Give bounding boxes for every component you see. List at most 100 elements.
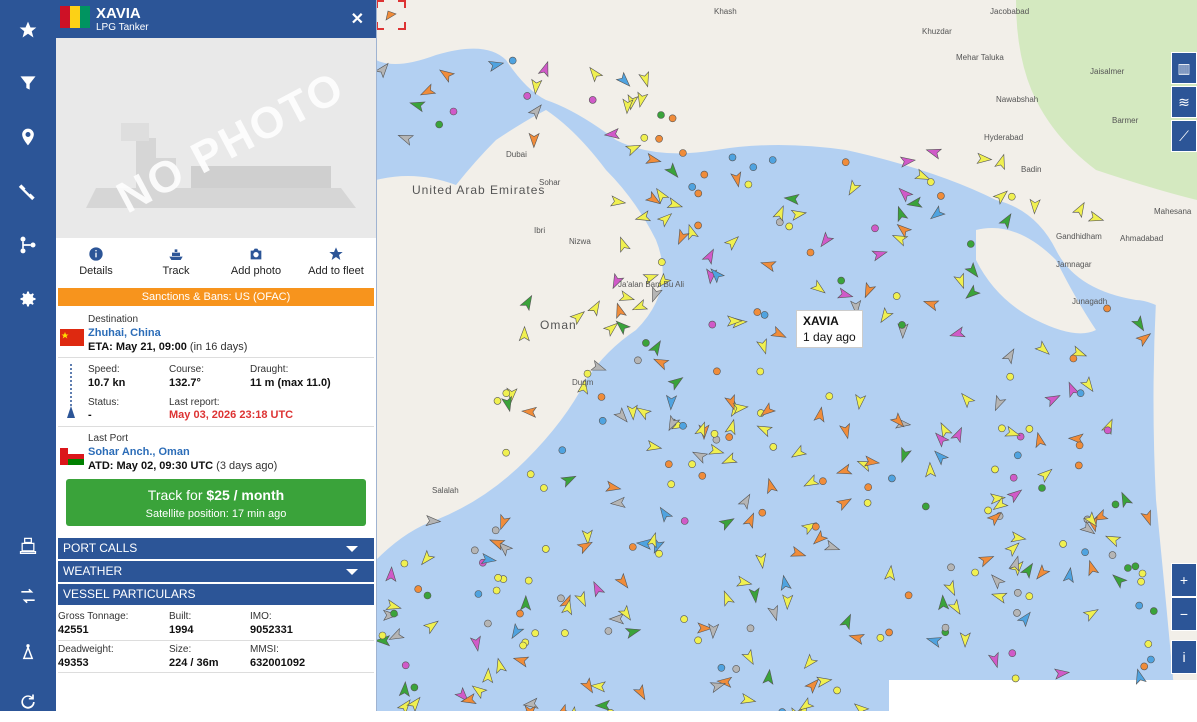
vessel-marker[interactable] [1060,540,1067,547]
vessel-marker[interactable] [938,595,949,610]
vessel-marker[interactable] [756,554,768,569]
vessel-marker[interactable] [817,232,833,249]
vessel-marker[interactable] [854,395,866,410]
measure-icon[interactable]: ⟋ [1171,120,1197,152]
vessel-marker[interactable] [1045,391,1062,406]
vessel-marker[interactable] [807,249,814,256]
vessel-marker[interactable] [695,222,702,229]
vessel-marker[interactable] [761,311,768,318]
vessel-marker[interactable] [925,634,941,647]
vessel-marker[interactable] [658,210,675,227]
selected-vessel-marker[interactable] [376,0,406,30]
vessel-marker[interactable] [998,425,1005,432]
vessel-marker[interactable] [1009,650,1016,657]
vessel-marker[interactable] [525,577,532,584]
vessel-marker[interactable] [1014,609,1021,616]
section-weather[interactable]: WEATHER [58,561,374,582]
vessel-marker[interactable] [669,115,676,122]
vessel-marker[interactable] [1136,330,1153,346]
vessel-marker[interactable] [851,700,868,711]
vessel-marker[interactable] [402,662,409,669]
vessel-marker[interactable] [399,682,410,697]
vessel-marker[interactable] [386,567,397,582]
vessel-marker[interactable] [999,211,1015,228]
vessel-marker[interactable] [791,208,807,220]
add-photo-button[interactable]: Add photo [216,246,296,286]
refresh-icon[interactable] [0,682,56,722]
vessel-marker[interactable] [741,694,757,707]
vessel-marker[interactable] [589,96,596,103]
vessel-marker[interactable] [948,600,964,617]
vessel-marker[interactable] [988,572,1005,589]
vessel-marker[interactable] [641,134,648,141]
vessel-marker[interactable] [575,592,590,609]
vessel-marker[interactable] [845,180,861,197]
vessel-marker[interactable] [709,445,725,458]
vessel-marker[interactable] [517,610,524,617]
vessel-marker[interactable] [989,653,1002,669]
vessel-marker[interactable] [702,247,717,264]
vessel-marker[interactable] [1150,608,1157,615]
vessel-marker[interactable] [802,475,819,490]
vessel-marker[interactable] [658,259,665,266]
vessel-marker[interactable] [810,531,827,548]
vessel-marker[interactable] [495,574,502,581]
vessel-marker[interactable] [886,629,893,636]
vessel-marker[interactable] [725,233,742,250]
vessel-marker[interactable] [689,183,696,190]
vessel-marker[interactable] [542,545,549,552]
vessel-marker[interactable] [589,580,604,597]
vessel-marker[interactable] [561,472,578,487]
vessel-marker[interactable] [759,509,766,516]
vessel-marker[interactable] [634,357,641,364]
vessel-marker[interactable] [1007,373,1014,380]
vessel-marker[interactable] [719,514,736,530]
vessel-marker[interactable] [1035,341,1052,358]
vessel-marker[interactable] [379,632,386,639]
vessel-marker[interactable] [865,484,872,491]
vessel-marker[interactable] [817,675,833,687]
vessel-marker[interactable] [979,552,996,567]
vessel-marker[interactable] [897,448,911,464]
vessel-marker[interactable] [720,589,735,606]
vessel-marker[interactable] [942,624,949,631]
vessel-marker[interactable] [584,370,591,377]
vessel-marker[interactable] [837,494,854,510]
vessel-marker[interactable] [928,206,945,222]
vessel-marker[interactable] [695,190,702,197]
vessel-marker[interactable] [699,472,706,479]
port-icon[interactable] [0,525,56,565]
vessel-marker[interactable] [713,368,720,375]
vessel-marker[interactable] [701,171,708,178]
vessel-marker[interactable] [652,355,669,370]
vessel-marker[interactable] [1070,355,1077,362]
vessel-marker[interactable] [937,192,944,199]
vessel-marker[interactable] [418,551,435,568]
vessel-marker[interactable] [838,277,845,284]
vessel-marker[interactable] [773,204,788,221]
vessel-marker[interactable] [494,397,501,404]
vessel-marker[interactable] [1082,549,1089,556]
gear-icon[interactable] [0,279,56,319]
vessel-marker[interactable] [1077,390,1084,397]
vessel-marker[interactable] [598,394,605,401]
vessel-marker[interactable] [1014,589,1021,596]
vessel-marker[interactable] [711,430,718,437]
vessel-marker[interactable] [927,179,934,186]
vessel-marker[interactable] [1112,501,1119,508]
vessel-marker[interactable] [503,390,510,397]
vessel-marker[interactable] [922,503,929,510]
vessel-marker[interactable] [450,108,457,115]
vessel-marker[interactable] [760,258,776,271]
vessel-marker[interactable] [894,205,908,221]
vessel-marker[interactable] [681,616,688,623]
last-port-link[interactable]: Sohar Anch., Oman [88,446,190,458]
vessel-marker[interactable] [1038,466,1055,483]
vessel-marker[interactable] [877,634,884,641]
vessel-marker[interactable] [503,449,510,456]
vessel-marker[interactable] [768,606,781,622]
track-button[interactable]: Track [136,246,216,286]
vessel-marker[interactable] [784,193,799,204]
vessel-marker[interactable] [1003,346,1019,363]
vessel-marker[interactable] [1110,571,1127,588]
